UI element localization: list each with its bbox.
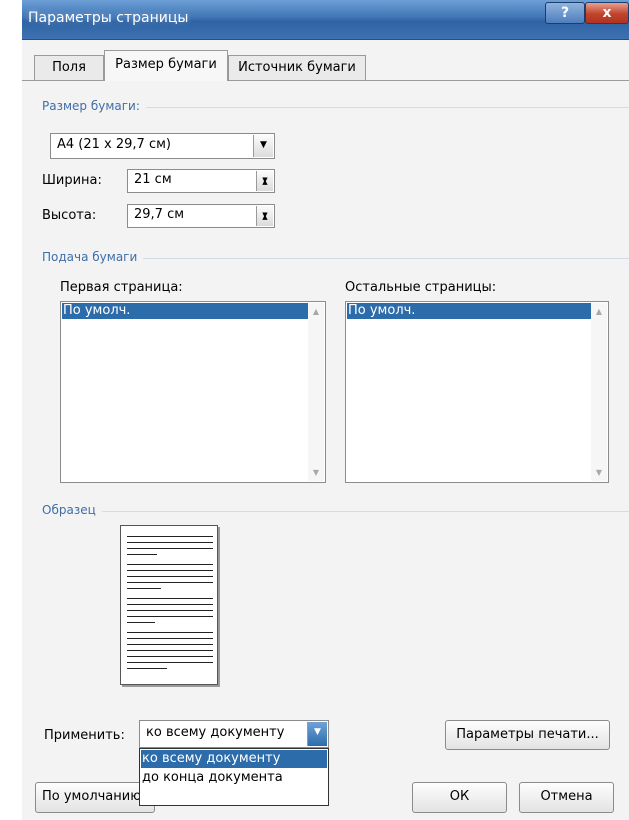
default-button[interactable]: По умолчанию [35, 782, 155, 813]
ok-button[interactable]: ОК [412, 782, 507, 813]
preview-line [127, 616, 213, 617]
paper-size-group-label: Размер бумаги: [42, 99, 146, 113]
page-preview [120, 525, 218, 685]
apply-option-to-end[interactable]: до конца документа [141, 769, 283, 787]
chevron-down-icon[interactable]: ▼ [307, 722, 327, 746]
tab-margins[interactable]: Поля [34, 55, 104, 80]
preview-line [127, 662, 213, 663]
height-label: Высота: [42, 208, 97, 223]
apply-dropdown-list[interactable]: ко всему документу до конца документа [139, 748, 329, 806]
width-label: Ширина: [42, 173, 102, 188]
preview-line [127, 610, 213, 611]
sample-group-label: Образец [42, 503, 102, 517]
chevron-down-icon[interactable]: ▼ [253, 135, 273, 157]
tab-paper-source[interactable]: Источник бумаги [228, 55, 366, 80]
scroll-down-icon[interactable]: ▼ [591, 468, 607, 477]
dialog-title: Параметры страницы [28, 10, 189, 26]
apply-option-whole-document[interactable]: ко всему документу [141, 750, 327, 768]
tab-strip: Поля Размер бумаги Источник бумаги [22, 40, 629, 81]
preview-line [127, 554, 157, 555]
close-button[interactable]: x [585, 2, 629, 24]
print-options-button[interactable]: Параметры печати... [445, 720, 610, 750]
first-page-label: Первая страница: [60, 280, 183, 295]
width-input[interactable]: 21 см ▲ ▼ [127, 169, 275, 193]
cancel-button[interactable]: Отмена [519, 782, 614, 813]
preview-line [127, 668, 167, 669]
paper-size-combo[interactable]: A4 (21 x 29,7 см) ▼ [50, 133, 275, 159]
preview-line [127, 542, 213, 543]
preview-line [127, 598, 213, 599]
preview-line [127, 622, 155, 623]
preview-line [127, 650, 213, 651]
height-stepper[interactable]: ▲ ▼ [256, 206, 273, 226]
paper-size-value: A4 (21 x 29,7 см) [57, 137, 171, 152]
page-setup-dialog: Параметры страницы ? x Поля Размер бумаг… [22, 0, 629, 820]
preview-line [127, 656, 213, 657]
apply-label: Применить: [44, 728, 125, 743]
first-page-selected-item[interactable]: По умолч. [62, 303, 308, 319]
preview-line [127, 564, 213, 565]
preview-line [127, 576, 213, 577]
other-pages-label: Остальные страницы: [345, 280, 497, 295]
preview-line [127, 536, 213, 537]
scroll-down-icon[interactable]: ▼ [308, 468, 324, 477]
arrow-down-icon[interactable]: ▼ [257, 205, 273, 225]
arrow-down-icon[interactable]: ▼ [257, 170, 273, 190]
scroll-up-icon[interactable]: ▲ [308, 307, 324, 316]
first-page-scrollbar[interactable]: ▲ ▼ [308, 303, 324, 481]
preview-line [127, 638, 213, 639]
preview-line [127, 588, 161, 589]
preview-line [127, 548, 213, 549]
preview-line [127, 570, 213, 571]
sample-group-line [42, 511, 629, 512]
width-stepper[interactable]: ▲ ▼ [256, 171, 273, 191]
paper-feed-group-label: Подача бумаги [42, 250, 144, 264]
preview-line [127, 582, 213, 583]
apply-value: ко всему документу [146, 725, 285, 740]
preview-line [127, 644, 213, 645]
height-input[interactable]: 29,7 см ▲ ▼ [127, 204, 275, 228]
scroll-up-icon[interactable]: ▲ [591, 307, 607, 316]
preview-line [127, 604, 213, 605]
width-value: 21 см [134, 172, 172, 187]
other-pages-scrollbar[interactable]: ▲ ▼ [591, 303, 607, 481]
title-bar[interactable]: Параметры страницы ? x [22, 0, 629, 40]
preview-line [127, 632, 213, 633]
height-value: 29,7 см [134, 207, 185, 222]
other-pages-listbox[interactable]: По умолч. ▲ ▼ [345, 301, 609, 483]
other-pages-selected-item[interactable]: По умолч. [347, 303, 591, 319]
apply-combo[interactable]: ко всему документу ▼ [139, 720, 329, 748]
first-page-listbox[interactable]: По умолч. ▲ ▼ [60, 301, 326, 483]
help-button[interactable]: ? [545, 2, 585, 24]
tab-paper-size[interactable]: Размер бумаги [104, 50, 228, 81]
